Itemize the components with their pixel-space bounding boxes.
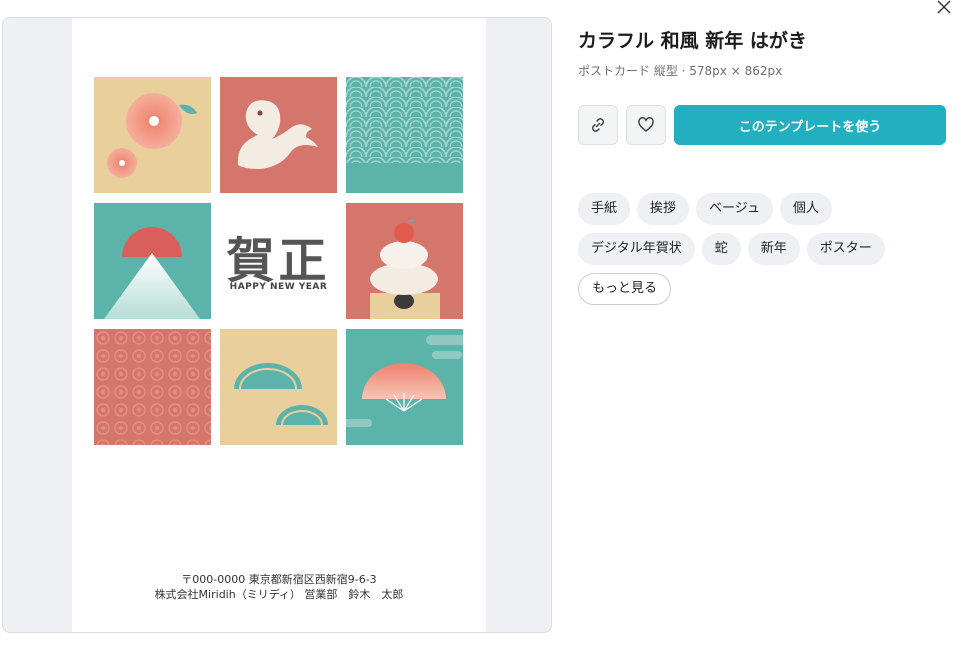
tile-pine <box>220 329 337 445</box>
tag-chip[interactable]: 新年 <box>747 233 800 265</box>
kanji-title: 賀正 <box>226 233 331 289</box>
tile-kanji: 賀正 HAPPY NEW YEAR <box>220 203 337 319</box>
tag-list: 手紙 挨拶 ベージュ 個人 デジタル年賀状 蛇 新年 ポスター もっと見る <box>578 193 948 305</box>
sender-line: 株式会社Miridih（ミリディ） 営業部 鈴木 太郎 <box>154 588 404 601</box>
close-button[interactable] <box>934 0 954 14</box>
tag-chip[interactable]: 個人 <box>779 193 832 225</box>
heart-icon <box>638 117 654 132</box>
postcard: 賀正 HAPPY NEW YEAR 〒000-0000 東京都新宿区西新宿9-6… <box>72 18 486 632</box>
tag-chip[interactable]: 手紙 <box>578 193 631 225</box>
sender-block: 〒000-0000 東京都新宿区西新宿9-6-3 株式会社Miridih（ミリデ… <box>72 572 486 602</box>
address-line: 〒000-0000 東京都新宿区西新宿9-6-3 <box>181 573 377 586</box>
template-subtitle: ポストカード 縦型 · 578px × 862px <box>578 64 783 78</box>
show-more-button[interactable]: もっと見る <box>578 273 672 305</box>
tag-chip[interactable]: ポスター <box>806 233 885 265</box>
link-icon <box>591 118 605 132</box>
greeting-text: HAPPY NEW YEAR <box>229 282 328 292</box>
tile-waves <box>346 77 463 193</box>
tag-chip[interactable]: 挨拶 <box>637 193 690 225</box>
tag-chip[interactable]: デジタル年賀状 <box>578 233 695 265</box>
tag-chip[interactable]: 蛇 <box>701 233 741 265</box>
tile-snake <box>220 77 337 193</box>
tile-mount-fuji <box>94 203 211 319</box>
tile-kagami-mochi <box>346 203 463 319</box>
tile-flower-pattern <box>94 329 211 445</box>
close-icon <box>937 0 951 14</box>
template-preview: 賀正 HAPPY NEW YEAR 〒000-0000 東京都新宿区西新宿9-6… <box>2 17 552 633</box>
tile-camellia <box>94 77 211 193</box>
tile-fan <box>346 329 463 445</box>
copy-link-button[interactable] <box>578 105 618 145</box>
favorite-button[interactable] <box>626 105 666 145</box>
tag-chip[interactable]: ベージュ <box>696 193 773 225</box>
use-template-button[interactable]: このテンプレートを使う <box>674 105 946 145</box>
template-title: カラフル 和風 新年 はがき <box>578 30 807 52</box>
